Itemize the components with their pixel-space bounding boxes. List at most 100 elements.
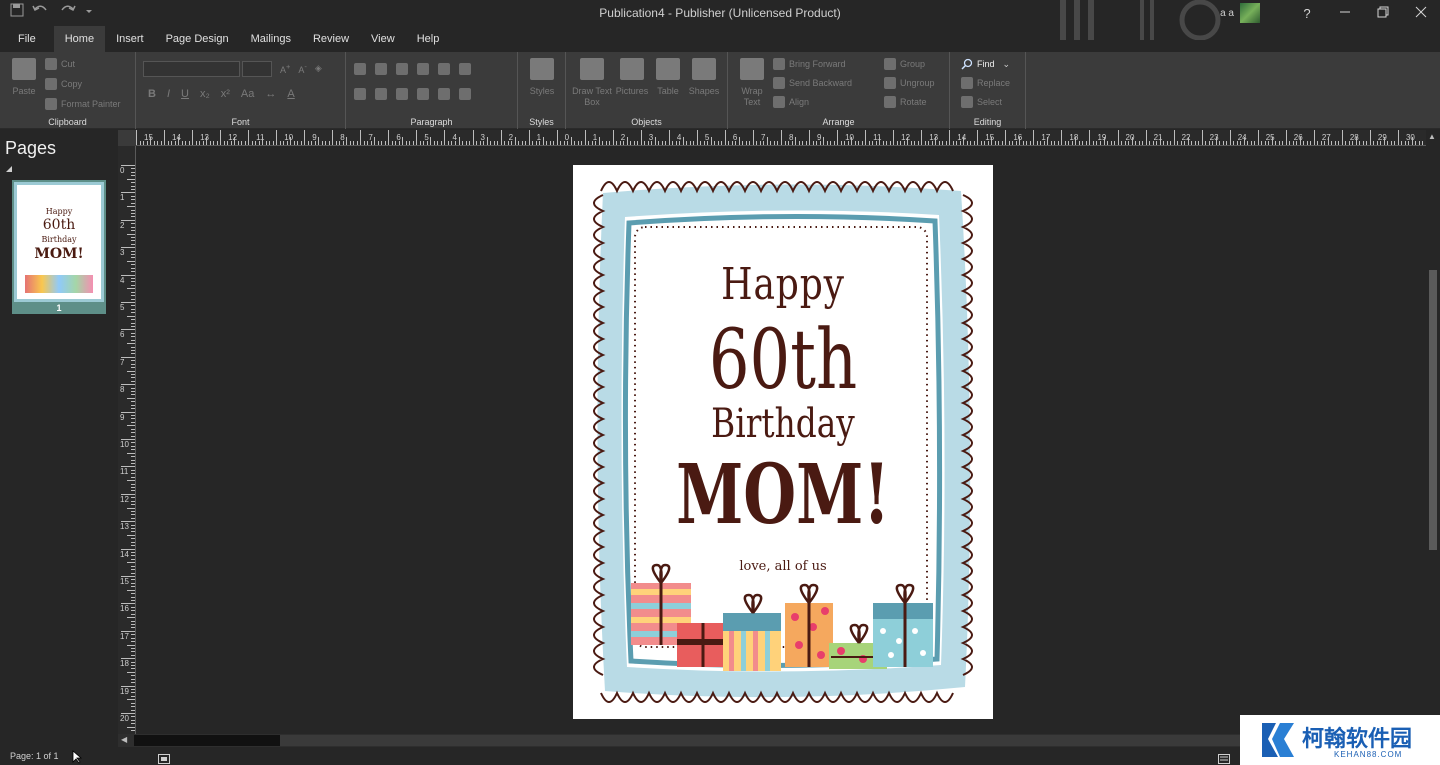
tab-page-design[interactable]: Page Design xyxy=(155,26,240,52)
tab-file[interactable]: File xyxy=(0,26,54,52)
restore-icon[interactable] xyxy=(1364,6,1402,21)
paste-button[interactable]: Paste xyxy=(6,86,42,97)
object-position-icon[interactable] xyxy=(158,751,170,765)
ruler-tick-mark xyxy=(1264,141,1266,145)
ruler-tick-mark xyxy=(1152,141,1154,145)
italic-button[interactable]: I xyxy=(167,88,170,100)
shrink-font-icon[interactable]: A- xyxy=(298,62,307,75)
ruler-tick-mark xyxy=(1071,141,1073,145)
rotate-button[interactable]: Rotate xyxy=(884,96,927,108)
group-button[interactable]: Group xyxy=(884,58,925,70)
pictures-icon[interactable] xyxy=(620,58,644,80)
line-spacing-icon[interactable] xyxy=(438,88,450,100)
table-icon[interactable] xyxy=(656,58,680,80)
copy-button[interactable]: Copy xyxy=(45,78,82,90)
bullets-icon[interactable] xyxy=(354,63,366,75)
collapse-triangle-icon[interactable] xyxy=(6,166,12,172)
ruler-tick-mark xyxy=(574,141,576,145)
draw-text-box-button[interactable]: Draw Text Box xyxy=(570,86,614,108)
align-right-icon[interactable] xyxy=(396,88,408,100)
shapes-icon[interactable] xyxy=(692,58,716,80)
single-page-view-icon[interactable] xyxy=(1218,751,1230,765)
find-button[interactable]: Find ⌄ xyxy=(961,58,1010,70)
close-icon[interactable] xyxy=(1402,6,1440,21)
shading-icon[interactable] xyxy=(459,88,471,100)
font-name-box[interactable] xyxy=(143,61,240,77)
vertical-ruler[interactable]: 0 1 2 3 4 5 6 7 8 9 10 11 12 13 14 15 16 17 18 19 20 xyxy=(118,146,136,734)
horizontal-scroll-thumb[interactable] xyxy=(280,735,1240,746)
avatar[interactable] xyxy=(1240,3,1260,23)
help-icon[interactable]: ? xyxy=(1288,6,1326,21)
columns-icon[interactable] xyxy=(438,63,450,75)
ruler-tick-mark xyxy=(689,141,691,145)
paste-icon[interactable] xyxy=(12,58,36,80)
font-size-box[interactable] xyxy=(242,61,272,77)
pictures-button[interactable]: Pictures xyxy=(612,86,652,97)
card-signature[interactable]: love, all of us xyxy=(573,559,993,574)
card-text-birthday[interactable]: Birthday xyxy=(611,401,955,447)
ruler-tick-mark xyxy=(131,428,135,430)
page-thumbnail[interactable]: Happy 60th Birthday MOM! 1 xyxy=(12,180,106,314)
replace-button[interactable]: Replace xyxy=(961,77,1010,89)
tab-home[interactable]: Home xyxy=(53,26,106,52)
card-page[interactable]: Happy 60th Birthday MOM! love, all of us xyxy=(573,165,993,719)
clear-format-icon[interactable]: ◈ xyxy=(315,63,322,74)
superscript-button[interactable]: x² xyxy=(221,88,230,100)
ruler-tick-mark xyxy=(784,141,786,145)
page-canvas[interactable]: Happy 60th Birthday MOM! love, all of us xyxy=(136,146,1426,734)
user-name[interactable]: a a xyxy=(1220,8,1234,19)
align-center-icon[interactable] xyxy=(375,88,387,100)
subscript-button[interactable]: x₂ xyxy=(200,88,210,100)
horizontal-ruler[interactable]: 15 14 13 12 11 10 9 8 7 6 5 4 3 2 1 0 1 2 3 4 5 6 7 8 9 10 11 12 13 1… xyxy=(136,130,1426,146)
scroll-up-icon[interactable]: ▲ xyxy=(1428,132,1436,141)
tab-help[interactable]: Help xyxy=(406,26,451,52)
text-box-icon[interactable] xyxy=(580,58,604,80)
increase-indent-icon[interactable] xyxy=(417,63,429,75)
pilcrow-icon[interactable] xyxy=(459,63,471,75)
tab-view[interactable]: View xyxy=(360,26,406,52)
bold-button[interactable]: B xyxy=(148,88,156,100)
card-text-happy[interactable]: Happy xyxy=(611,259,955,310)
font-color-button[interactable]: A xyxy=(287,88,294,100)
send-backward-button[interactable]: Send Backward xyxy=(773,77,852,89)
wrap-text-icon[interactable] xyxy=(740,58,764,80)
ruler-tick-label: 19 xyxy=(120,686,129,696)
format-painter-button[interactable]: Format Painter xyxy=(45,98,121,110)
ruler-tick-mark xyxy=(131,565,135,567)
justify-icon[interactable] xyxy=(417,88,429,100)
numbering-icon[interactable] xyxy=(375,63,387,75)
styles-icon[interactable] xyxy=(530,58,554,80)
select-button[interactable]: Select xyxy=(961,96,1002,108)
character-spacing-icon[interactable]: ↔ xyxy=(265,88,276,100)
decrease-indent-icon[interactable] xyxy=(396,63,408,75)
vertical-scrollbar[interactable]: ▲ ▼ xyxy=(1426,130,1440,734)
card-text-mom[interactable]: MOM! xyxy=(628,447,939,543)
ungroup-button[interactable]: Ungroup xyxy=(884,77,935,89)
horizontal-scrollbar[interactable]: ◀ xyxy=(118,734,1240,747)
card-text-60th[interactable]: 60th xyxy=(619,313,947,408)
minimize-icon[interactable] xyxy=(1326,6,1364,21)
table-button[interactable]: Table xyxy=(650,86,686,97)
change-case-button[interactable]: Aa xyxy=(241,88,254,100)
grow-font-icon[interactable]: A+ xyxy=(280,62,290,75)
bring-forward-button[interactable]: Bring Forward xyxy=(773,58,846,70)
underline-button[interactable]: U xyxy=(181,88,189,100)
align-button[interactable]: Align xyxy=(773,96,809,108)
wrap-text-button[interactable]: Wrap Text xyxy=(734,86,770,108)
horizontal-scroll-track[interactable] xyxy=(134,735,280,746)
tab-insert[interactable]: Insert xyxy=(105,26,155,52)
tab-review[interactable]: Review xyxy=(302,26,360,52)
ruler-tick-mark xyxy=(127,233,135,235)
scroll-left-icon[interactable]: ◀ xyxy=(121,735,127,744)
ruler-corner[interactable] xyxy=(118,130,136,146)
ruler-tick-label: 10 xyxy=(845,133,854,142)
shapes-button[interactable]: Shapes xyxy=(684,86,724,97)
page-info[interactable]: Page: 1 of 1 xyxy=(10,751,59,761)
styles-button[interactable]: Styles xyxy=(522,86,562,97)
cut-button[interactable]: Cut xyxy=(45,58,75,70)
ruler-tick-label: 19 xyxy=(1097,133,1107,142)
ruler-tick-mark xyxy=(679,141,681,145)
tab-mailings[interactable]: Mailings xyxy=(240,26,302,52)
align-left-icon[interactable] xyxy=(354,88,366,100)
vertical-scroll-thumb[interactable] xyxy=(1429,270,1437,550)
